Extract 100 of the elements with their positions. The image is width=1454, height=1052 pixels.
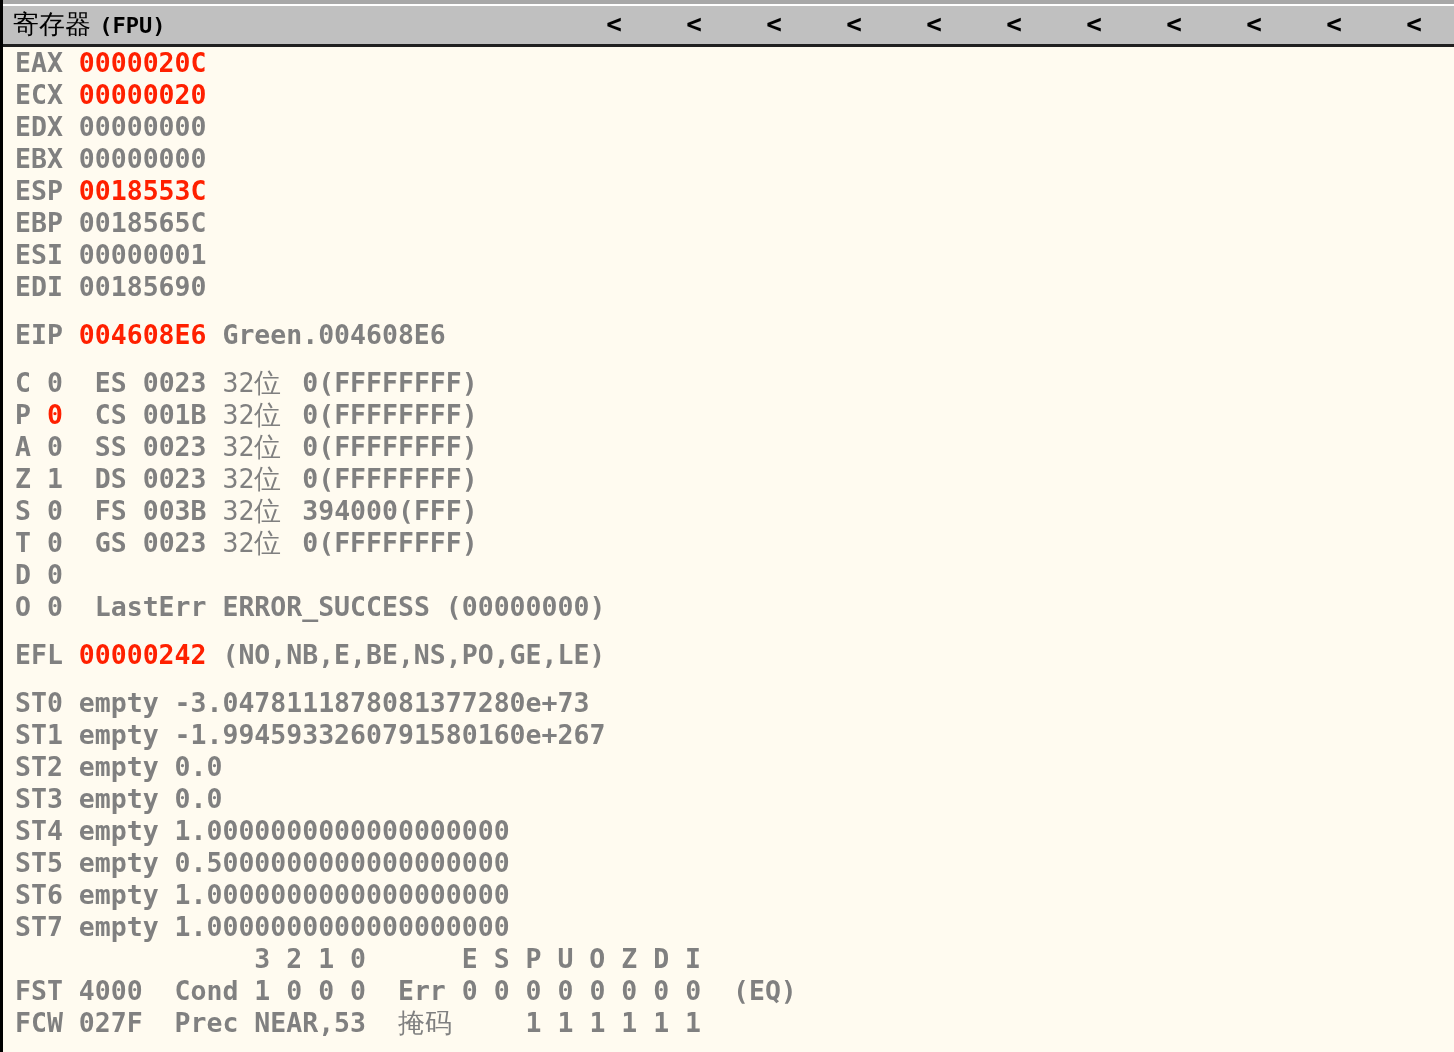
cond-label: Cond [174, 975, 239, 1007]
register-name: EIP [15, 319, 63, 351]
flag-value: 0 [46, 559, 63, 591]
fpu-value: -1.9945933260791580160e+267 [174, 719, 606, 751]
flag-value: 0 [46, 367, 63, 399]
condition-bits-header: 3 2 1 0 [254, 943, 366, 975]
mask-label: 掩码 [397, 1007, 453, 1039]
scroll-left-button[interactable]: < [1374, 6, 1454, 42]
err-label: Err [397, 975, 446, 1007]
register-value: 0018565C [78, 207, 207, 239]
last-error-label: LastErr [94, 591, 207, 623]
fpu-value: -3.0478111878081377280e+73 [174, 687, 590, 719]
scroll-left-button[interactable]: < [1294, 6, 1374, 42]
flag-name: C [15, 367, 31, 399]
fpu-register-name: ST0 [15, 687, 63, 719]
scroll-left-button[interactable]: < [1054, 6, 1134, 42]
fpu-tag: empty [78, 879, 159, 911]
segment-bits: 32位 [222, 463, 283, 495]
scroll-left-button[interactable]: < [734, 6, 814, 42]
flag-name: A [15, 431, 31, 463]
fpu-register-name: ST2 [15, 751, 63, 783]
scroll-left-button[interactable]: < [1214, 6, 1294, 42]
fpu-value: 0.0 [174, 751, 223, 783]
scroll-left-button[interactable]: < [574, 6, 654, 42]
scroll-left-button[interactable]: < [894, 6, 974, 42]
segment-bits: 32位 [222, 431, 283, 463]
scroll-left-button[interactable]: < [1134, 6, 1214, 42]
fpu-register-name: FCW [15, 1007, 63, 1039]
fpu-tag: empty [78, 815, 159, 847]
fpu-value: 1.0000000000000000000 [174, 911, 510, 943]
register-name: EBX [15, 143, 63, 175]
register-value: 004608E6 [78, 319, 207, 351]
register-name: ESI [15, 239, 63, 271]
segment-selector: 003B [142, 495, 207, 527]
segment-base: 0(FFFFFFFF) [302, 367, 478, 399]
fpu-register-name: ST3 [15, 783, 63, 815]
scroll-left-button[interactable]: < [814, 6, 894, 42]
precision-value: NEAR,53 [254, 1007, 367, 1039]
fpu-register-name: ST1 [15, 719, 63, 751]
fpu-register-name: FST [15, 975, 63, 1007]
segment-selector: 0023 [142, 431, 207, 463]
err-bits: 0 0 0 0 0 0 0 0 [461, 975, 702, 1007]
fpu-register-name: ST6 [15, 879, 63, 911]
register-value: 00000000 [78, 143, 207, 175]
panel-title: 寄存器 (FPU) [12, 7, 166, 41]
prec-label: Prec [174, 1007, 239, 1039]
fpu-value: 0.5000000000000000000 [174, 847, 510, 879]
flag-name: T [15, 527, 31, 559]
fpu-tag: empty [78, 719, 159, 751]
fpu-control-value: 027F [78, 1007, 143, 1039]
segment-selector: 0023 [142, 463, 207, 495]
segment-base: 0(FFFFFFFF) [302, 399, 478, 431]
register-value: 0000020C [78, 47, 207, 79]
flag-name: D [15, 559, 31, 591]
register-value: 00000242 [78, 639, 207, 671]
register-name: EDX [15, 111, 63, 143]
scroll-left-button[interactable]: < [974, 6, 1054, 42]
fpu-register-name: ST4 [15, 815, 63, 847]
flag-value: 0 [46, 399, 63, 431]
register-value: 0018553C [78, 175, 207, 207]
register-name: EDI [15, 271, 63, 303]
status-result: (EQ) [733, 975, 797, 1007]
fpu-tag: empty [78, 783, 159, 815]
address-comment: Green.004608E6 [222, 319, 446, 351]
flag-name: S [15, 495, 31, 527]
register-value: 00000000 [78, 111, 207, 143]
register-name: EFL [15, 639, 63, 671]
flag-value: 0 [46, 527, 63, 559]
flag-name: Z [15, 463, 31, 495]
register-name: ECX [15, 79, 63, 111]
error-bits-header: E S P U O Z D I [461, 943, 702, 975]
flag-value: 0 [46, 431, 63, 463]
segment-selector: 0023 [142, 367, 207, 399]
segment-bits: 32位 [222, 495, 283, 527]
segment-name: ES [94, 367, 127, 399]
segment-base: 0(FFFFFFFF) [302, 527, 478, 559]
mask-bits: 1 1 1 1 1 1 [525, 1007, 702, 1039]
fpu-tag: empty [78, 911, 159, 943]
segment-base: 394000(FFF) [302, 495, 478, 527]
segment-selector: 001B [142, 399, 207, 431]
flag-value: 0 [46, 495, 63, 527]
segment-base: 0(FFFFFFFF) [302, 463, 478, 495]
register-value: 00000020 [78, 79, 207, 111]
fpu-value: 1.0000000000000000000 [174, 815, 510, 847]
fpu-tag: empty [78, 687, 159, 719]
condition-list: (NO,NB,E,BE,NS,PO,GE,LE) [222, 639, 606, 671]
flag-name: P [15, 399, 31, 431]
register-name: EBP [15, 207, 63, 239]
segment-name: DS [94, 463, 127, 495]
register-value: 00185690 [78, 271, 207, 303]
scroll-left-button[interactable]: < [654, 6, 734, 42]
segment-name: SS [94, 431, 127, 463]
register-name: ESP [15, 175, 63, 207]
flag-value: 0 [46, 591, 63, 623]
flag-value: 1 [46, 463, 63, 495]
cond-bits: 1 0 0 0 [254, 975, 367, 1007]
segment-name: CS [94, 399, 127, 431]
fpu-tag: empty [78, 751, 159, 783]
register-value: 00000001 [78, 239, 207, 271]
segment-bits: 32位 [222, 367, 283, 399]
